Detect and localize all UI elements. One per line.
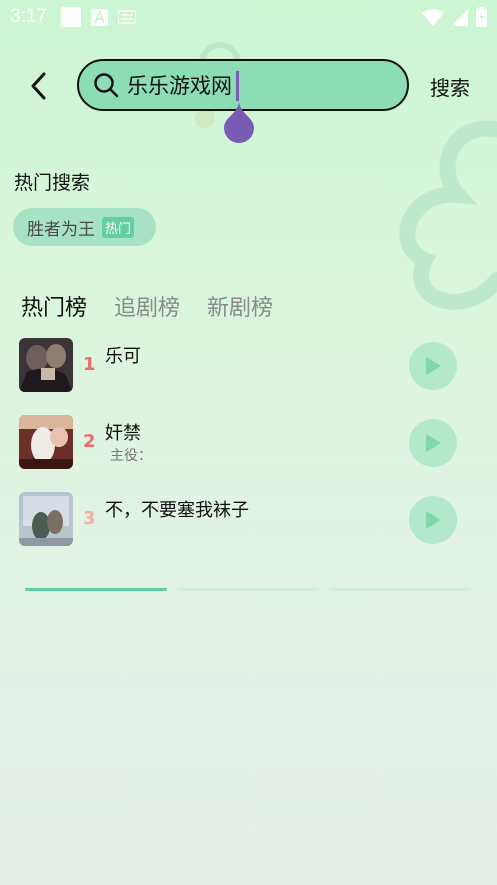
square-icon [60, 7, 81, 27]
cover-image [19, 338, 73, 392]
status-time: 3:17 [10, 6, 47, 27]
item-subtitle: 主役： [110, 448, 152, 464]
page-indicator [329, 588, 471, 591]
rank-number: 1 [83, 354, 96, 375]
list-item[interactable]: 1 乐可 [0, 338, 497, 394]
search-icon [94, 73, 119, 98]
item-title: 奸禁 [105, 423, 141, 444]
cover-image [19, 492, 73, 546]
wifi-icon [422, 8, 444, 26]
back-button[interactable] [22, 66, 54, 106]
rank-number: 3 [83, 508, 96, 529]
play-icon [426, 434, 441, 452]
keyboard-icon [117, 10, 136, 24]
signal-icon [452, 8, 468, 26]
play-icon [426, 357, 441, 375]
chip-label: 胜者为王 [27, 219, 95, 240]
play-icon [426, 511, 441, 529]
background-flower-decoration [399, 120, 497, 310]
text-caret [236, 71, 239, 101]
battery-icon [476, 7, 487, 27]
tab-hot[interactable]: 热门榜 [21, 290, 87, 322]
status-bar: 3:17 [0, 0, 497, 34]
list-item[interactable]: 2 奸禁 主役： [0, 415, 497, 471]
rank-number: 2 [83, 431, 96, 452]
search-input[interactable]: 乐乐游戏网 [77, 59, 409, 143]
tab-follow[interactable]: 追剧榜 [114, 290, 180, 322]
item-title: 乐可 [105, 346, 141, 367]
cursor-handle[interactable] [223, 101, 255, 143]
tab-new[interactable]: 新剧榜 [207, 290, 273, 322]
hot-badge: 热门 [102, 216, 135, 238]
list-item[interactable]: 3 不，不要塞我袜子 [0, 492, 497, 548]
play-button[interactable] [409, 419, 457, 467]
back-arrow-icon [31, 72, 46, 100]
search-input-value[interactable]: 乐乐游戏网 [127, 70, 232, 100]
page-indicator-active [25, 588, 167, 591]
play-button[interactable] [409, 496, 457, 544]
play-button[interactable] [409, 342, 457, 390]
cover-image [19, 415, 73, 469]
search-button[interactable]: 搜索 [430, 72, 470, 101]
hot-search-chip[interactable]: 胜者为王 热门 [13, 208, 156, 246]
a-box-icon [90, 8, 108, 26]
page-indicator [177, 588, 319, 591]
ranking-tabs: 热门榜 追剧榜 新剧榜 [21, 290, 273, 322]
hot-search-title: 热门搜索 [14, 172, 91, 194]
item-title: 不，不要塞我袜子 [105, 500, 249, 521]
